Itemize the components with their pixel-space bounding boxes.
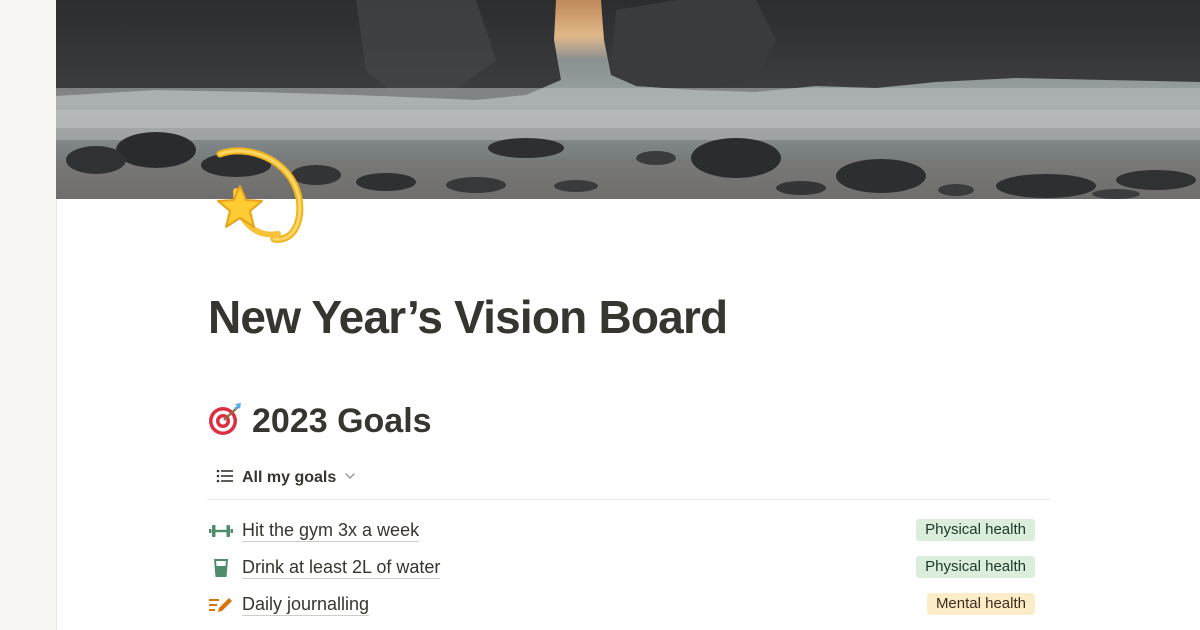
list-item[interactable]: Hit the gym 3x a week Physical health [207, 512, 1037, 549]
dumbbell-icon [207, 519, 235, 543]
chevron-down-icon[interactable] [344, 469, 356, 487]
glass-icon [207, 556, 235, 580]
goal-title[interactable]: Daily journalling [242, 593, 370, 616]
goals-list: Hit the gym 3x a week Physical health Dr… [207, 512, 1037, 623]
view-tab-all-goals[interactable]: All my goals [210, 462, 362, 494]
view-tab-label: All my goals [242, 469, 337, 486]
list-item[interactable]: Drink at least 2L of water Physical heal… [207, 549, 1037, 586]
section-heading: 2023 Goals [207, 399, 432, 443]
goal-title[interactable]: Hit the gym 3x a week [242, 519, 420, 542]
section-heading-text[interactable]: 2023 Goals [252, 402, 432, 441]
category-tag[interactable]: Mental health [926, 593, 1035, 615]
direct-hit-target-icon [207, 401, 243, 442]
dizzy-star-icon[interactable] [206, 146, 306, 246]
category-tag[interactable]: Physical health [916, 556, 1035, 578]
sidebar [0, 0, 57, 630]
category-tag[interactable]: Physical health [916, 519, 1035, 541]
view-divider [207, 499, 1050, 500]
list-item[interactable]: Daily journalling Mental health [207, 586, 1037, 623]
pencil-note-icon [207, 593, 235, 617]
page-title[interactable]: New Year’s Vision Board [208, 290, 728, 344]
goal-title[interactable]: Drink at least 2L of water [242, 556, 441, 579]
list-icon [216, 468, 234, 489]
